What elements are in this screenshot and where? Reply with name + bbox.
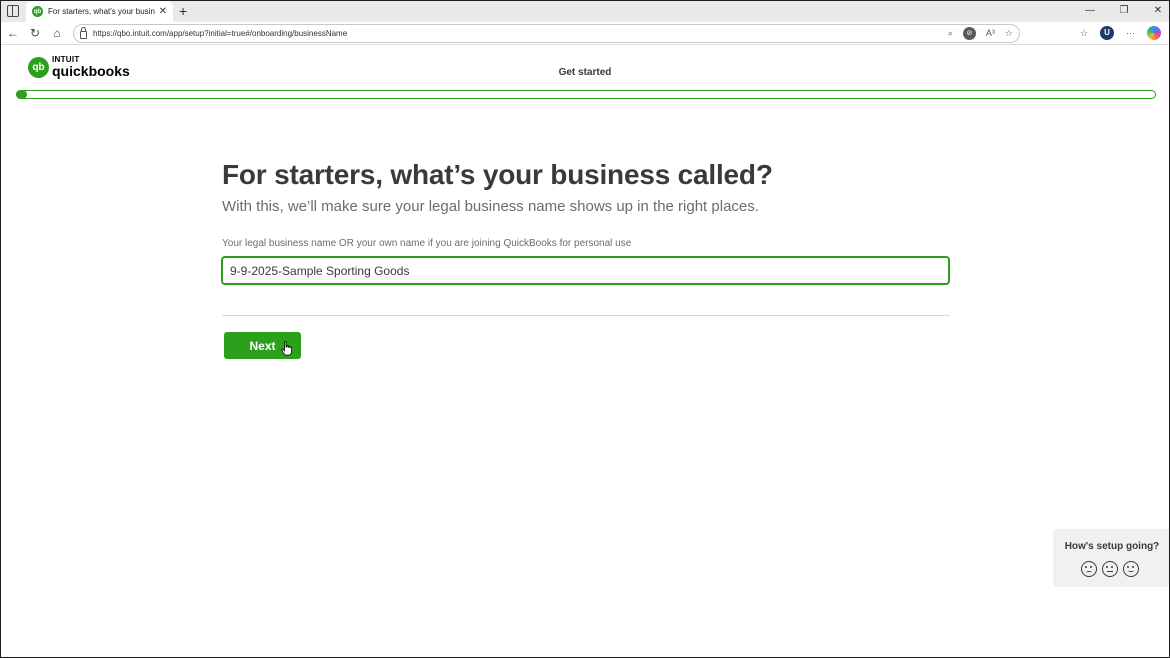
favorites-icon[interactable]: ☆	[1080, 27, 1088, 40]
happy-face-icon[interactable]	[1123, 561, 1139, 577]
hand-cursor-icon	[281, 341, 292, 356]
profile-avatar-icon[interactable]: U	[1100, 26, 1114, 40]
address-bar-actions: ⌕ ⊘ A³ ☆	[948, 27, 1013, 40]
tab-close-icon[interactable]: ✕	[159, 6, 167, 17]
page-heading: For starters, what’s your business calle…	[222, 159, 773, 190]
feedback-faces	[1081, 561, 1139, 577]
window-close-icon[interactable]: ✕	[1151, 3, 1165, 19]
setup-progress-fill	[16, 90, 28, 99]
feedback-title: How's setup going?	[1064, 541, 1160, 552]
favorite-star-icon[interactable]: ☆	[1005, 27, 1013, 40]
refresh-icon[interactable]: ↻	[27, 25, 43, 41]
tab-strip: qb For starters, what's your busines ✕ +…	[1, 1, 1169, 22]
business-name-input[interactable]	[221, 256, 950, 285]
copilot-icon[interactable]	[1147, 26, 1161, 40]
business-name-label: Your legal business name OR your own nam…	[222, 238, 632, 249]
sad-face-icon[interactable]	[1081, 561, 1097, 577]
url-text[interactable]: https://qbo.intuit.com/app/setup?initial…	[93, 29, 347, 38]
zoom-icon[interactable]: ⌕	[948, 27, 953, 40]
browser-toolbar: ← ↻ ⌂ https://qbo.intuit.com/app/setup?i…	[1, 22, 1169, 45]
home-icon[interactable]: ⌂	[49, 25, 65, 41]
tab-title: For starters, what's your busines	[48, 7, 155, 16]
divider	[222, 315, 950, 316]
tracking-prevention-icon[interactable]: ⊘	[962, 27, 976, 40]
page-subheading: With this, we’ll make sure your legal bu…	[222, 198, 759, 215]
setup-progress-bar	[16, 90, 1156, 99]
neutral-face-icon[interactable]	[1102, 561, 1118, 577]
toolbar-actions: ☆ U ···	[1080, 26, 1161, 40]
browser-tab-active[interactable]: qb For starters, what's your busines ✕	[26, 1, 173, 22]
step-title: Get started	[558, 67, 612, 78]
tab-actions-icon[interactable]	[7, 5, 19, 17]
window-controls: — ❐ ✕	[1083, 3, 1165, 19]
browser-window: qb For starters, what's your busines ✕ +…	[0, 0, 1170, 658]
new-tab-icon[interactable]: +	[179, 3, 187, 19]
minimize-icon[interactable]: —	[1083, 3, 1097, 19]
read-aloud-icon[interactable]: A³	[986, 27, 995, 40]
address-bar[interactable]: https://qbo.intuit.com/app/setup?initial…	[73, 24, 1020, 43]
more-options-icon[interactable]: ···	[1126, 27, 1135, 40]
restore-icon[interactable]: ❐	[1117, 3, 1131, 19]
back-icon[interactable]: ←	[5, 25, 21, 41]
feedback-widget: How's setup going?	[1053, 529, 1169, 587]
quickbooks-favicon-icon: qb	[32, 6, 43, 17]
lock-icon[interactable]	[80, 26, 87, 39]
